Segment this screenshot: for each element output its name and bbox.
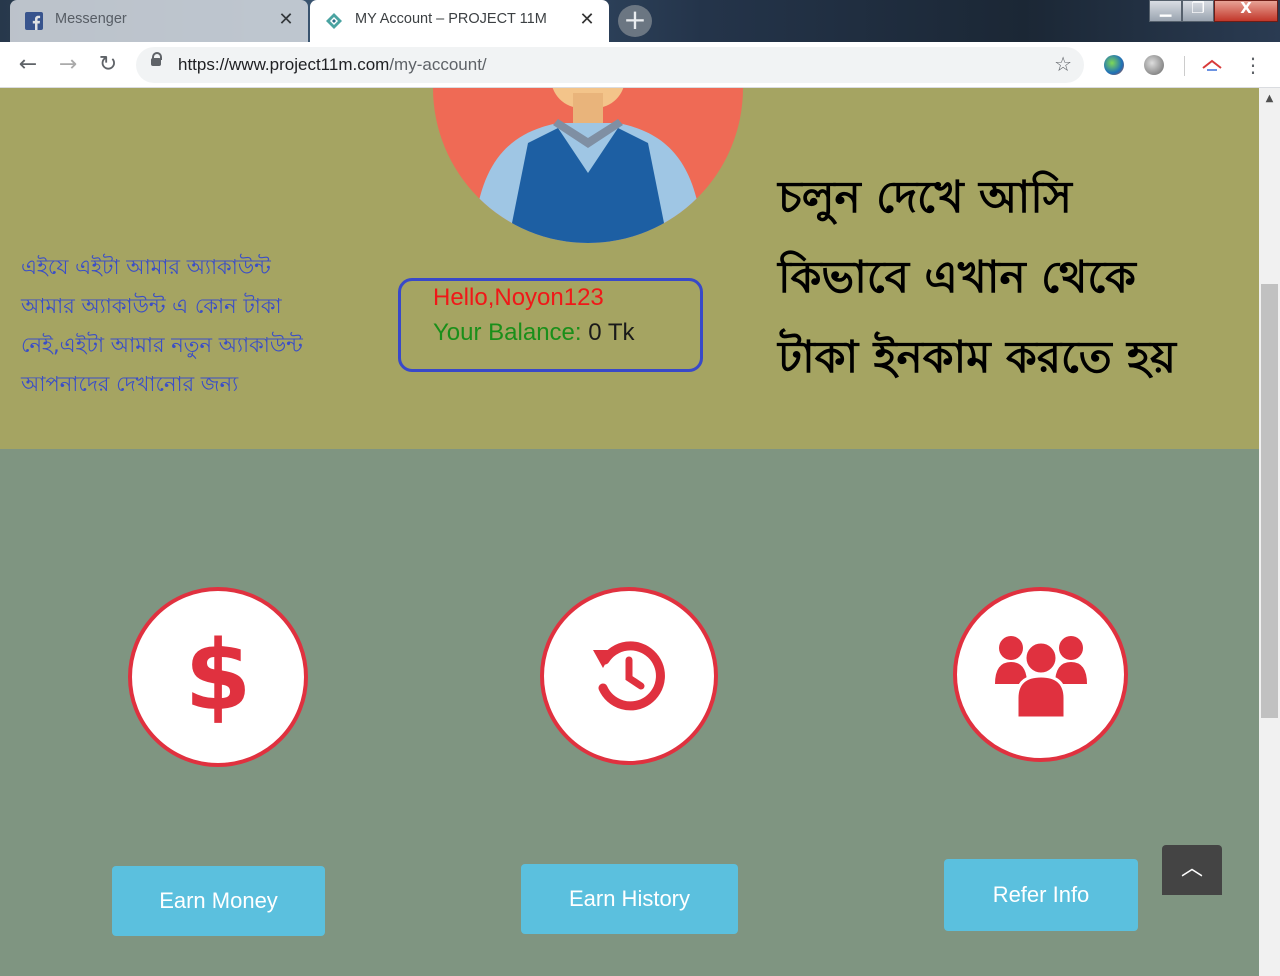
url-text[interactable]: https://www.project11m.com/my-account/ xyxy=(178,55,487,75)
earn-history-button[interactable]: Earn History xyxy=(521,864,738,934)
heading-line: টাকা ইনকাম করতে হয় xyxy=(778,332,1177,383)
close-icon: X xyxy=(1240,0,1252,17)
minimize-icon: ▁ xyxy=(1159,0,1172,17)
description-line: এইযে এইটা আমার অ্যাকাউন্ট xyxy=(21,255,271,279)
page-viewport: এইযে এইটা আমার অ্যাকাউন্ট আমার অ্যাকাউন্… xyxy=(0,88,1259,976)
window-close-button[interactable]: X xyxy=(1214,0,1278,22)
scroll-up-arrow-icon[interactable]: ▲ xyxy=(1259,88,1280,110)
reload-button[interactable]: ↻ xyxy=(95,52,121,78)
earn-history-circle[interactable] xyxy=(540,587,718,765)
forward-button[interactable]: → xyxy=(55,52,81,78)
scrollbar-thumb[interactable] xyxy=(1261,284,1278,718)
tab-title: Messenger xyxy=(55,11,127,27)
earn-money-circle[interactable]: $ xyxy=(128,587,308,767)
browser-toolbar: ← → ↻ https://www.project11m.com/my-acco… xyxy=(0,42,1280,88)
maximize-icon: ❐ xyxy=(1191,0,1205,17)
scroll-to-top-button[interactable]: ︿ xyxy=(1162,845,1222,895)
url-path: /my-account/ xyxy=(389,55,487,74)
account-description-text: এইযে এইটা আমার অ্যাকাউন্ট আমার অ্যাকাউন্… xyxy=(21,248,371,404)
tab-messenger[interactable]: Messenger ✕ xyxy=(10,0,308,42)
extension-bird-icon[interactable] xyxy=(1201,58,1223,72)
balance-line: Your Balance: 0 Tk xyxy=(433,319,634,347)
heading-line: কিভাবে এখান থেকে xyxy=(778,252,1136,303)
minimize-button[interactable]: ▁ xyxy=(1149,0,1182,22)
dollar-icon: $ xyxy=(188,627,248,727)
new-tab-button[interactable]: + xyxy=(618,5,652,37)
browser-menu-icon[interactable]: ⋮ xyxy=(1243,50,1263,80)
extension-globe-icon[interactable] xyxy=(1104,55,1124,75)
url-host: https://www.project11m.com xyxy=(178,55,390,74)
avatar xyxy=(433,88,743,243)
balance-value: 0 Tk xyxy=(581,319,635,346)
address-bar[interactable]: https://www.project11m.com/my-account/ ☆ xyxy=(136,47,1084,83)
balance-label: Your Balance: xyxy=(433,319,582,346)
account-hero-section: এইযে এইটা আমার অ্যাকাউন্ট আমার অ্যাকাউন্… xyxy=(0,88,1259,449)
users-icon xyxy=(994,635,1087,718)
heading-line: চলুন দেখে আসি xyxy=(778,172,1072,223)
bookmark-star-icon[interactable]: ☆ xyxy=(1054,52,1072,76)
refer-info-circle[interactable] xyxy=(953,587,1128,762)
refer-info-button[interactable]: Refer Info xyxy=(944,859,1138,931)
extension-gray-icon[interactable] xyxy=(1144,55,1164,75)
description-line: নেই,এইটা আমার নতুন অ্যাকাউন্ট xyxy=(21,333,303,357)
description-line: আপনাদের দেখানোর জন্য xyxy=(21,372,239,396)
hero-heading: চলুন দেখে আসি কিভাবে এখান থেকে টাকা ইনকা… xyxy=(778,158,1176,398)
tab-close-icon[interactable]: ✕ xyxy=(577,10,597,30)
description-line: আমার অ্যাকাউন্ট এ কোন টাকা xyxy=(21,294,282,318)
lock-icon xyxy=(151,52,162,66)
maximize-button[interactable]: ❐ xyxy=(1182,0,1214,22)
balance-card: Hello,Noyon123 Your Balance: 0 Tk xyxy=(398,278,703,372)
svg-text:$: $ xyxy=(188,627,248,727)
site-logo-icon xyxy=(326,13,342,29)
account-actions-section: $ Earn Money Earn History Refer Info xyxy=(0,449,1259,976)
greeting-text: Hello,Noyon123 xyxy=(433,284,604,311)
earn-money-button[interactable]: Earn Money xyxy=(112,866,325,936)
tab-title: MY Account – PROJECT 11M xyxy=(355,11,547,27)
history-icon xyxy=(593,641,665,711)
toolbar-divider xyxy=(1184,56,1185,76)
back-button[interactable]: ← xyxy=(15,52,41,78)
window-title-bar: Messenger ✕ MY Account – PROJECT 11M ✕ +… xyxy=(0,0,1280,42)
tab-my-account[interactable]: MY Account – PROJECT 11M ✕ xyxy=(310,0,609,42)
facebook-icon xyxy=(25,12,43,30)
tab-close-icon[interactable]: ✕ xyxy=(276,10,296,30)
page-scrollbar[interactable]: ▲ xyxy=(1259,88,1280,976)
